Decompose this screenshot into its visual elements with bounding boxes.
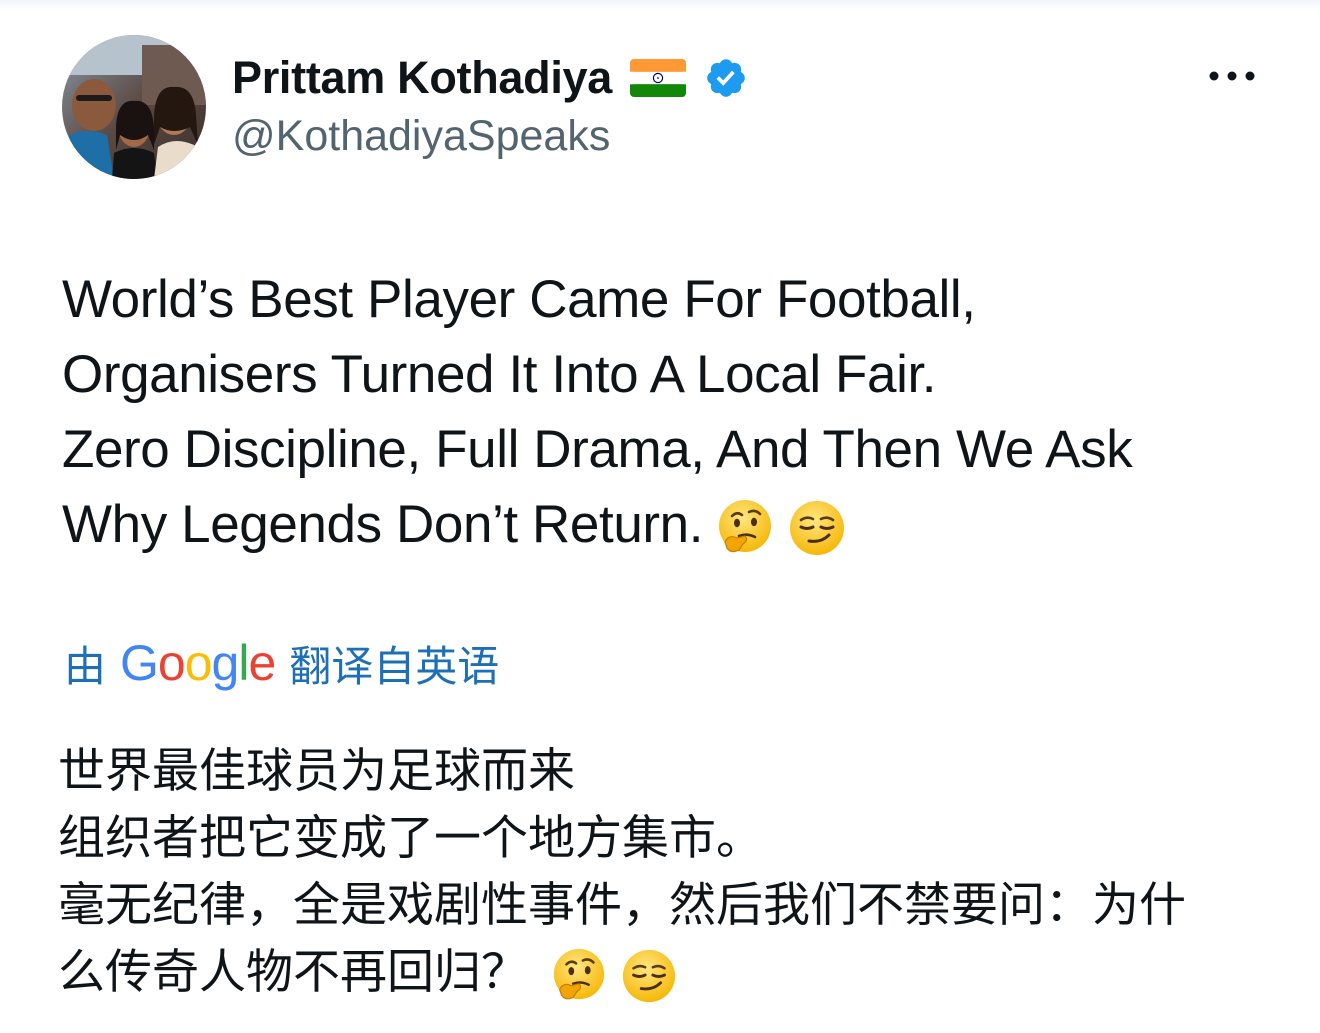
top-divider bbox=[0, 0, 1320, 10]
google-logo: Google bbox=[120, 635, 276, 691]
translated-line: 世界最佳球员为足球而来 bbox=[58, 744, 575, 799]
india-flag-icon bbox=[629, 59, 686, 97]
thinking-face-emoji-icon bbox=[553, 948, 605, 999]
smirking-face-emoji-icon bbox=[622, 949, 676, 1002]
translated-line: 么传奇人物不再回归？ bbox=[58, 945, 528, 1000]
post-line: World’s Best Player Came For Football, bbox=[62, 270, 976, 329]
author-name-row: Prittam Kothadiya bbox=[232, 48, 748, 108]
post-line-last: Why Legends Don’t Return. bbox=[62, 487, 1292, 562]
tweet-card: Prittam Kothadiya @KothadiyaSpeaks World… bbox=[0, 0, 1320, 1033]
verified-badge-icon[interactable] bbox=[704, 56, 748, 100]
more-options-button[interactable] bbox=[1200, 58, 1264, 94]
thinking-face-emoji-icon bbox=[719, 500, 772, 553]
post-text: World’s Best Player Came For Football, O… bbox=[62, 262, 1292, 562]
translated-line: 毫无纪律，全是戏剧性事件，然后我们不禁要问：为什 bbox=[58, 878, 1186, 933]
more-horizontal-icon bbox=[1209, 71, 1255, 81]
post-line: Zero Discipline, Full Drama, And Then We… bbox=[62, 420, 1133, 479]
translate-prefix: 由 bbox=[64, 641, 107, 691]
avatar[interactable] bbox=[62, 35, 206, 179]
translate-suffix: 翻译自英语 bbox=[289, 641, 500, 691]
smirking-face-emoji-icon bbox=[790, 501, 845, 555]
author-display-name[interactable]: Prittam Kothadiya bbox=[232, 52, 612, 104]
translated-line: 组织者把它变成了一个地方集市。 bbox=[58, 811, 763, 866]
avatar-photo bbox=[62, 35, 206, 179]
post-line: Organisers Turned It Into A Local Fair. bbox=[62, 345, 937, 404]
translated-line-last: 么传奇人物不再回归？ bbox=[58, 939, 1308, 1006]
translated-by-google-link[interactable]: 由 Google 翻译自英语 bbox=[64, 632, 499, 694]
post-line: Why Legends Don’t Return. bbox=[62, 495, 704, 554]
author-handle[interactable]: @KothadiyaSpeaks bbox=[232, 112, 610, 161]
translated-text: 世界最佳球员为足球而来 组织者把它变成了一个地方集市。 毫无纪律，全是戏剧性事件… bbox=[58, 738, 1308, 1006]
